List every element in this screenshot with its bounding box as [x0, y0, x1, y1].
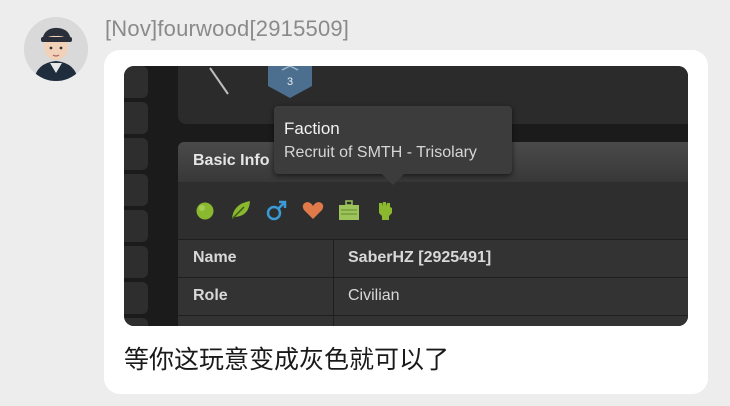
sender-name: [Nov]fourwood[2915509]	[105, 16, 350, 41]
male-icon[interactable]	[265, 198, 289, 222]
rank-badge: 3	[266, 66, 314, 98]
tooltip-body: Recruit of SMTH - Trisolary	[284, 144, 477, 161]
row-label: Role	[178, 278, 334, 315]
badge-number: 3	[287, 76, 293, 88]
side-tab	[124, 210, 148, 242]
row-value: Civilian	[348, 287, 400, 304]
message-text: 等你这玩意变成灰色就可以了	[124, 345, 450, 374]
sender-avatar[interactable]	[24, 17, 88, 81]
side-tabs	[124, 66, 150, 326]
heart-icon[interactable]	[301, 198, 325, 222]
fist-icon[interactable]	[373, 198, 397, 222]
row-value: SaberHZ [2925491]	[348, 249, 492, 266]
tooltip-title: Faction	[284, 119, 340, 138]
side-tab	[124, 66, 148, 98]
row-label: Name	[178, 240, 334, 277]
briefcase-icon[interactable]	[337, 198, 361, 222]
green-dot-icon[interactable]	[193, 198, 217, 222]
side-tab	[124, 138, 148, 170]
side-tab	[124, 174, 148, 206]
slash-mark	[209, 67, 229, 95]
table-row: Role Civilian	[178, 277, 688, 315]
side-tab	[124, 246, 148, 278]
shared-screenshot[interactable]: 3 Basic Info Name SaberHZ [2925491] Role…	[124, 66, 688, 326]
table-row: Name SaberHZ [2925491]	[178, 239, 688, 277]
tooltip-arrow	[382, 174, 404, 185]
side-tab	[124, 282, 148, 314]
side-tab	[124, 318, 148, 326]
panel-title: Basic Info	[193, 152, 270, 169]
table-row	[178, 315, 688, 326]
faction-tooltip: Faction Recruit of SMTH - Trisolary	[274, 106, 512, 174]
side-tab	[124, 102, 148, 134]
status-icons	[193, 198, 593, 226]
row-label	[178, 316, 334, 326]
leaf-icon[interactable]	[229, 198, 253, 222]
